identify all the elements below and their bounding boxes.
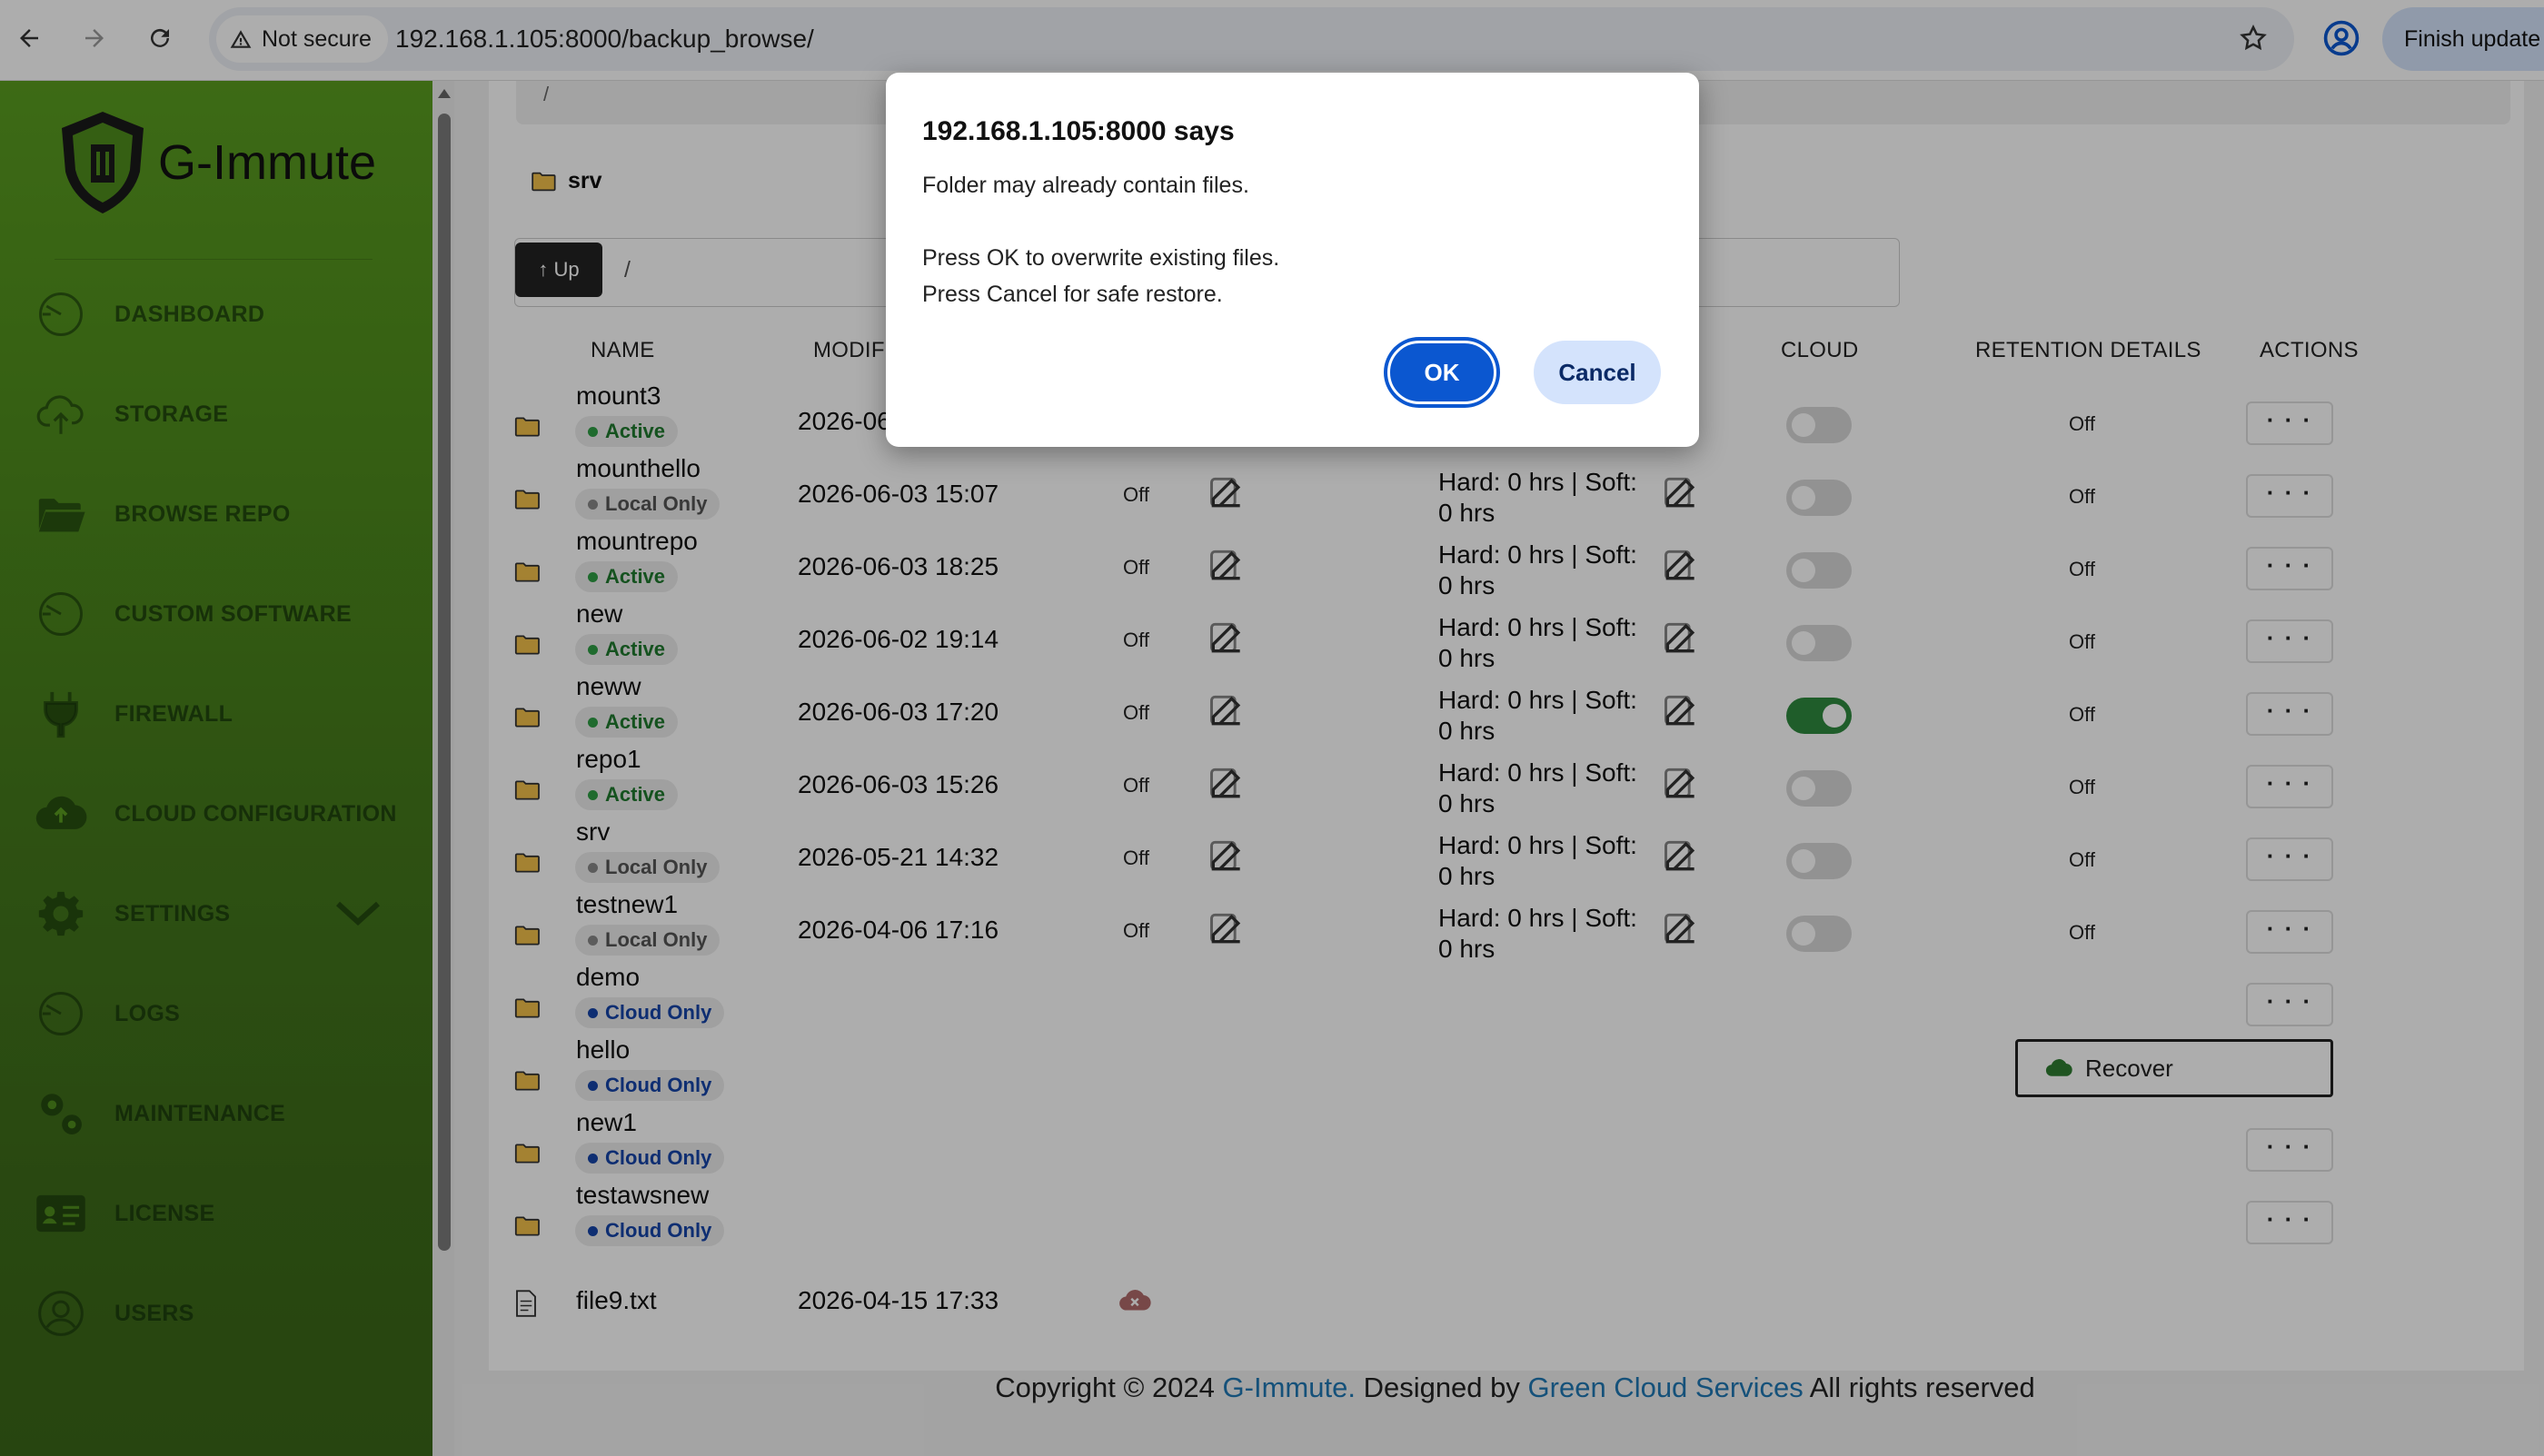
dialog-title: 192.168.1.105:8000 says — [922, 116, 1235, 146]
cancel-button[interactable]: Cancel — [1534, 341, 1661, 404]
confirm-dialog: 192.168.1.105:8000 says Folder may alrea… — [886, 73, 1699, 447]
dialog-message-line-3: Press Cancel for safe restore. — [922, 282, 1223, 307]
dialog-message-line-1: Folder may already contain files. — [922, 173, 1249, 198]
ok-button[interactable]: OK — [1387, 341, 1496, 404]
dialog-message-line-2: Press OK to overwrite existing files. — [922, 245, 1280, 271]
